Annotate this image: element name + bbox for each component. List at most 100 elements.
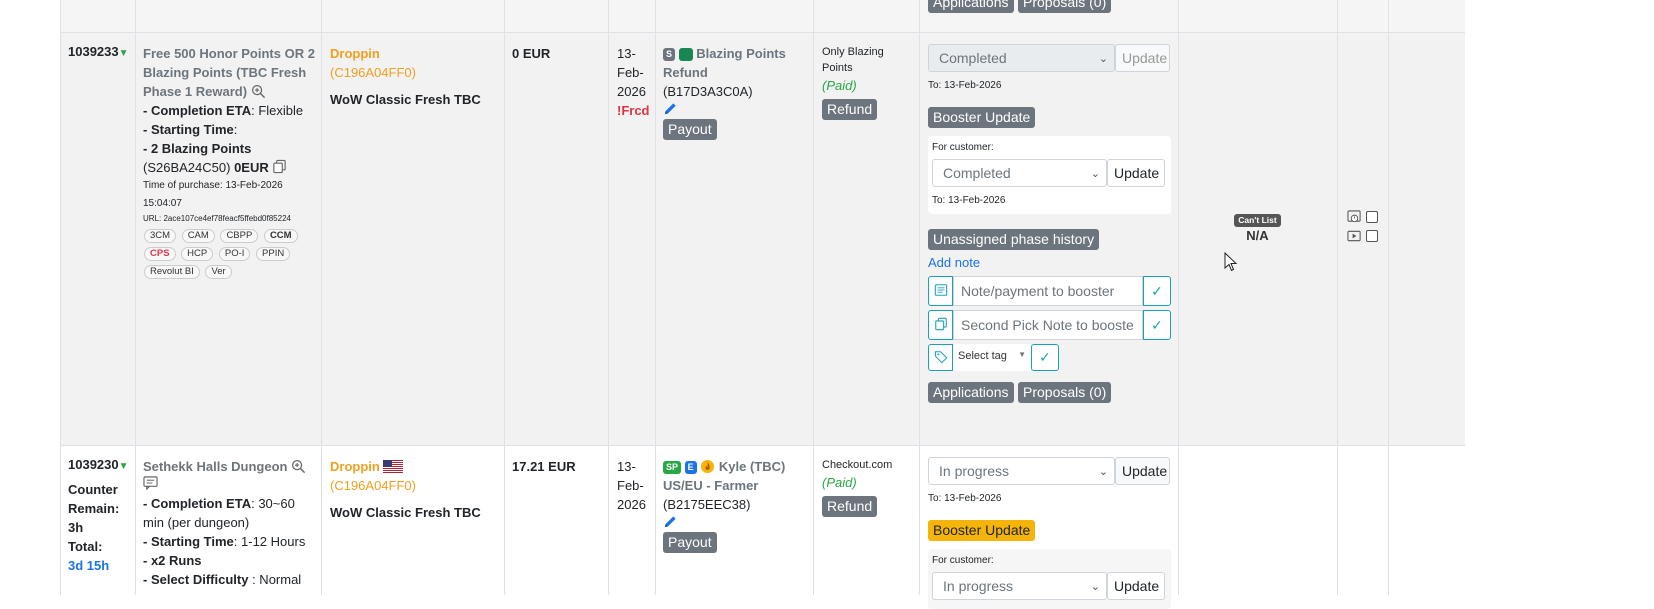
booster-name[interactable]: Kyle (TBC)	[719, 459, 785, 474]
tag: Revolut BI	[144, 265, 200, 279]
applications-button[interactable]: Applications	[928, 0, 1014, 13]
counter-value: 3h	[68, 520, 84, 535]
tag: Ver	[205, 265, 232, 279]
zoom-in-icon[interactable]	[251, 84, 266, 99]
booster-name-line[interactable]: US/EU - Farmer	[663, 476, 813, 495]
update-button[interactable]: Update	[1115, 457, 1170, 485]
product-title-line[interactable]: Phase 1 Reward)	[143, 84, 247, 99]
expand-triangle-icon[interactable]: ▼	[119, 48, 129, 59]
schedule-icon[interactable]	[1347, 209, 1362, 224]
tag: 3CM	[144, 229, 177, 243]
booster-name-line[interactable]: Refund	[663, 63, 813, 82]
product-code: (S26BA24C50)	[143, 160, 231, 175]
tag: CAM	[181, 229, 215, 243]
check-icon[interactable]: ✓	[1143, 310, 1171, 340]
proposals-button[interactable]: Proposals (0)	[1018, 382, 1112, 403]
video-play-icon[interactable]	[1347, 230, 1362, 242]
table-row: 1039233▼ Free 500 Honor Points OR 2 Blaz…	[60, 33, 1465, 446]
customer-status-box: For customer: In progress ⌄ Update	[928, 549, 1171, 609]
product-cell: Sethekk Halls Dungeon - Completion ETA: …	[143, 457, 317, 589]
product-cell: Free 500 Honor Points OR 2 Blazing Point…	[143, 44, 317, 280]
customer-status-select[interactable]: In progress ⌄	[932, 572, 1107, 600]
order-date-part: 2026	[617, 497, 646, 512]
expand-triangle-icon[interactable]: ▼	[119, 461, 129, 472]
counter-total-value: 3d 15h	[68, 558, 110, 573]
proposals-button[interactable]: Proposals (0)	[1018, 0, 1112, 13]
unassigned-phase-history-button[interactable]: Unassigned phase history	[928, 229, 1100, 250]
booster-note-input[interactable]: Note/payment to booster	[953, 276, 1143, 306]
us-flag-icon	[383, 460, 404, 473]
refund-button[interactable]: Refund	[822, 99, 878, 120]
customer-cell: Droppin (C196A04FF0) WoW Classic Fresh T…	[330, 44, 500, 109]
eta-label: - Completion ETA	[143, 103, 252, 118]
payout-button[interactable]: Payout	[663, 119, 717, 140]
edit-pencil-icon[interactable]	[663, 514, 678, 529]
customer-name[interactable]: Droppin	[330, 459, 380, 474]
fire-icon	[701, 459, 715, 474]
tag-select[interactable]: Select tag ▼	[953, 344, 1031, 371]
mouse-cursor-icon	[1224, 252, 1238, 272]
row-checkbox[interactable]	[1365, 210, 1378, 223]
tag: PPIN	[256, 247, 291, 261]
eta-value: : 30~60	[251, 496, 295, 511]
booster-update-button[interactable]: Booster Update	[928, 107, 1036, 128]
customer-name[interactable]: Droppin	[330, 44, 500, 63]
check-icon[interactable]: ✓	[1031, 344, 1059, 371]
order-status-select[interactable]: In progress ⌄	[928, 457, 1115, 485]
zoom-in-icon[interactable]	[291, 459, 306, 474]
cant-list-badge: Can't List	[1234, 214, 1281, 227]
applications-button[interactable]: Applications	[928, 382, 1014, 403]
table-row: Applications Proposals (0)	[60, 0, 1465, 33]
payment-cell: Checkout.com (Paid) Refund	[822, 457, 917, 517]
note-icon	[928, 276, 953, 306]
customer-cell: Droppin (C196A04FF0) WoW Classic Fresh T…	[330, 457, 500, 522]
payout-button[interactable]: Payout	[663, 532, 717, 553]
eta-value: min (per dungeon)	[143, 515, 250, 530]
booster-update-button[interactable]: Booster Update	[928, 520, 1036, 541]
counter-label: Counter	[68, 482, 118, 497]
order-status-value: In progress	[939, 463, 1010, 479]
order-id[interactable]: 1039230	[68, 457, 119, 472]
start-time-label: - Starting Time	[143, 122, 234, 137]
customer-status-select[interactable]: Completed ⌄	[932, 159, 1107, 187]
order-price: 17.21 EUR	[512, 459, 576, 474]
caret-down-icon: ▼	[1018, 350, 1026, 359]
forced-flag: !Frcd	[617, 103, 650, 118]
booster-name[interactable]: Blazing Points	[696, 46, 786, 61]
customer-update-button[interactable]: Update	[1107, 159, 1165, 187]
add-note-link[interactable]: Add note	[928, 255, 980, 270]
for-customer-label: For customer:	[932, 142, 994, 153]
booster-code: (B17D3A3C0A)	[663, 84, 753, 99]
copy-icon[interactable]	[272, 159, 287, 174]
counter-label: Remain:	[68, 501, 120, 516]
booster-note-group: Note/payment to booster ✓	[928, 276, 1171, 306]
second-pick-note-input[interactable]: Second Pick Note to booste	[953, 310, 1143, 340]
comment-icon[interactable]	[143, 476, 158, 491]
order-url: URL: 2ace107ce4ef78feacf5ffebd0f85224	[143, 214, 291, 223]
order-status-select[interactable]: Completed ⌄	[928, 44, 1115, 72]
order-id[interactable]: 1039233	[68, 44, 119, 59]
edit-pencil-icon[interactable]	[663, 101, 678, 116]
order-date-part: 13-	[617, 46, 636, 61]
update-button[interactable]: Update	[1115, 44, 1170, 72]
order-status-value: Completed	[939, 50, 1007, 66]
product-title[interactable]: Sethekk Halls Dungeon	[143, 459, 287, 474]
check-icon[interactable]: ✓	[1143, 276, 1171, 306]
date-cell: 13- Feb- 2026	[617, 457, 646, 514]
customer-update-button[interactable]: Update	[1107, 572, 1165, 600]
order-id-cell: 1039233▼	[68, 44, 129, 59]
copy-icon	[928, 310, 953, 340]
row-checkbox[interactable]	[1365, 229, 1378, 242]
booster-code: (B2175EEC38)	[663, 497, 751, 512]
order-date-part: Feb-	[617, 65, 644, 80]
tag: PO-I	[218, 247, 251, 261]
tag: CPS	[144, 247, 176, 261]
product-title-line[interactable]: Free 500 Honor Points OR 2	[143, 44, 317, 63]
start-time-value: :	[233, 122, 238, 137]
product-title-line[interactable]: Blazing Points (TBC Fresh	[143, 63, 317, 82]
tag-list: 3CM CAM CBPP CCM CPS HCP PO-I PPIN Revol…	[143, 226, 311, 280]
customer-status-box: For customer: Completed ⌄ Update To: 13-F…	[928, 136, 1171, 214]
actions-cell	[1347, 208, 1378, 246]
refund-button[interactable]: Refund	[822, 496, 878, 517]
payment-status: (Paid)	[822, 78, 857, 93]
